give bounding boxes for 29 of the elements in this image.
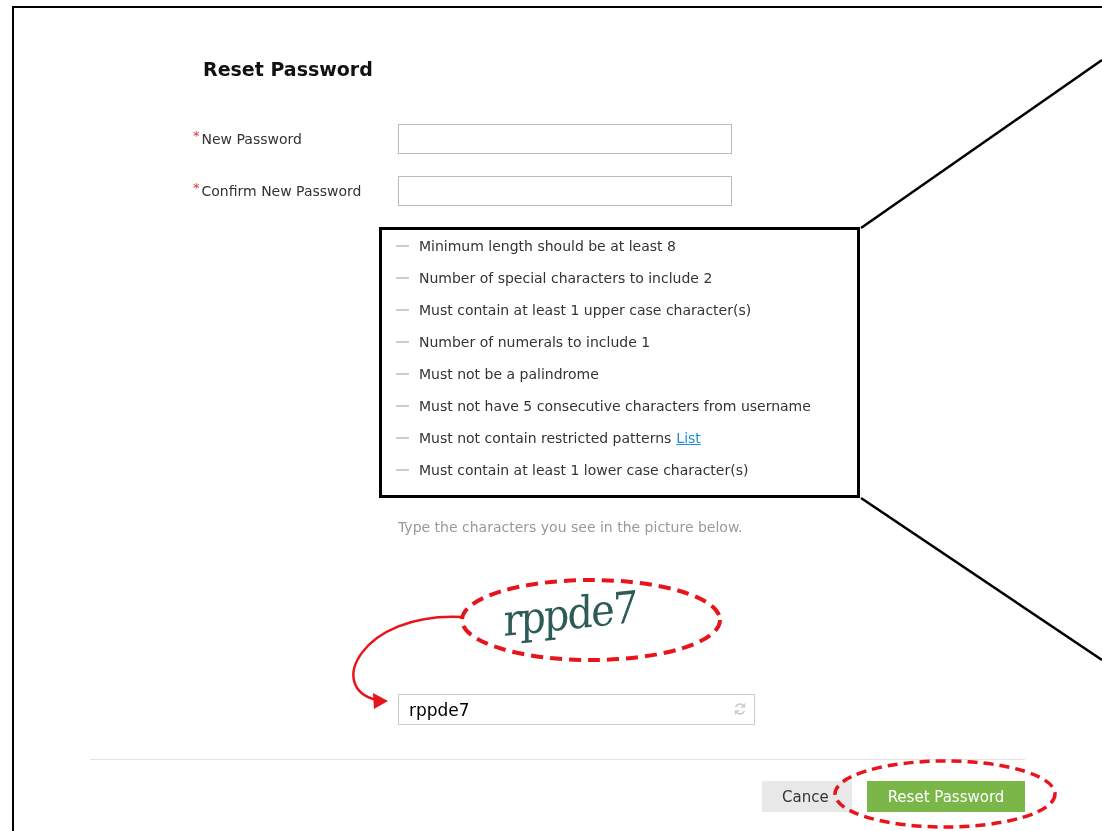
dash-icon	[396, 277, 409, 279]
requirement-text: Must not contain restricted patterns	[419, 430, 672, 446]
list-link[interactable]: List	[676, 430, 701, 446]
dash-icon	[396, 437, 409, 439]
required-icon: *	[193, 131, 200, 141]
requirement-text: Number of numerals to include 1	[419, 334, 651, 350]
form-title: Reset Password	[203, 57, 374, 82]
refresh-icon[interactable]	[733, 702, 747, 716]
dash-icon	[396, 469, 409, 471]
dash-icon	[396, 373, 409, 375]
requirement-text: Must not be a palindrome	[419, 366, 599, 382]
cancel-button[interactable]: Cance	[762, 781, 852, 812]
requirement-text: Must not have 5 consecutive characters from username	[419, 398, 811, 414]
requirement-text: Must contain at least 1 lower case character(s)	[419, 462, 749, 478]
captcha-text: rppde7	[503, 580, 637, 646]
field-label: New Password	[201, 131, 302, 147]
dash-icon	[396, 309, 409, 311]
requirement-text: Number of special characters to include 2	[419, 270, 713, 286]
captcha-field[interactable]: rppde7	[398, 694, 755, 725]
dash-icon	[396, 341, 409, 343]
requirement-text: Minimum length should be at least 8	[419, 238, 676, 254]
password-field[interactable]	[398, 124, 732, 154]
dash-icon	[396, 245, 409, 247]
password-field[interactable]	[398, 176, 732, 206]
required-icon: *	[193, 183, 200, 193]
dash-icon	[396, 405, 409, 407]
requirement-text: Must contain at least 1 upper case character(s)	[419, 302, 752, 318]
field-label: Confirm New Password	[201, 183, 362, 199]
captcha-hint: Type the characters you see in the picture below.	[398, 519, 744, 535]
